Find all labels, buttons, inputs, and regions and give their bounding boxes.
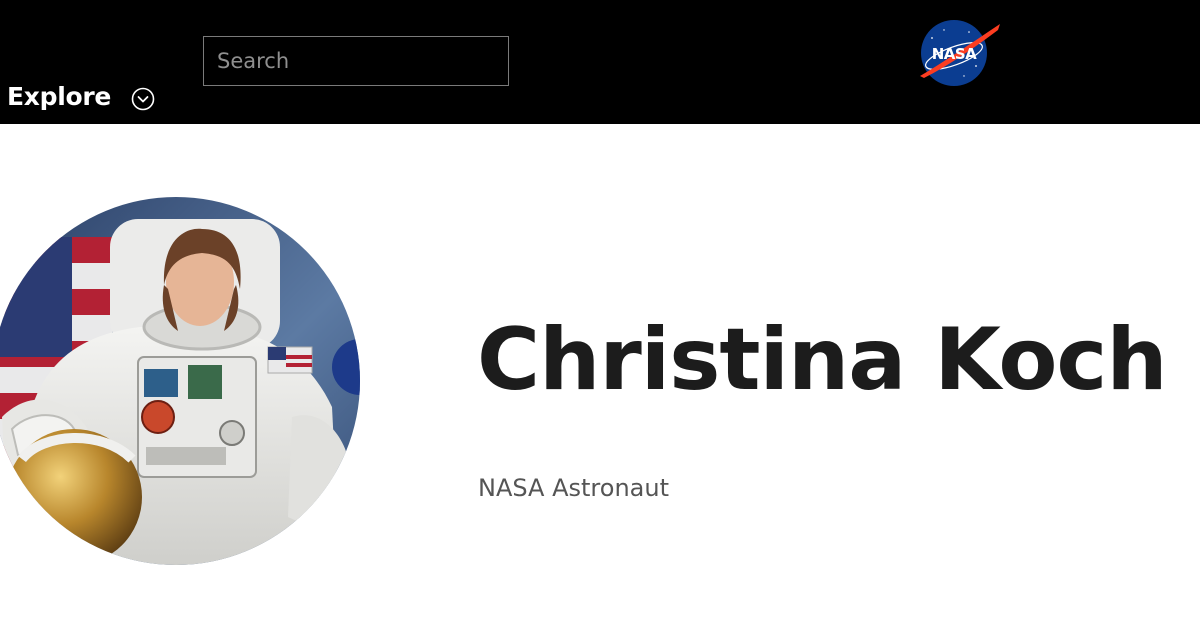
search-field[interactable] xyxy=(203,36,509,86)
top-navigation-bar: Explore NASA xyxy=(0,0,1200,124)
explore-menu-button[interactable]: Explore xyxy=(0,38,160,111)
portrait-image xyxy=(0,197,360,565)
explore-label: Explore xyxy=(7,82,112,111)
nasa-logo[interactable]: NASA xyxy=(914,18,1002,90)
search-input[interactable] xyxy=(204,37,508,85)
profile-name: Christina Koch xyxy=(477,310,1168,410)
nasa-logo-text: NASA xyxy=(932,45,977,63)
chevron-down-circle-icon xyxy=(131,87,155,111)
profile-title: NASA Astronaut xyxy=(478,474,669,502)
astronaut-portrait xyxy=(0,197,360,565)
